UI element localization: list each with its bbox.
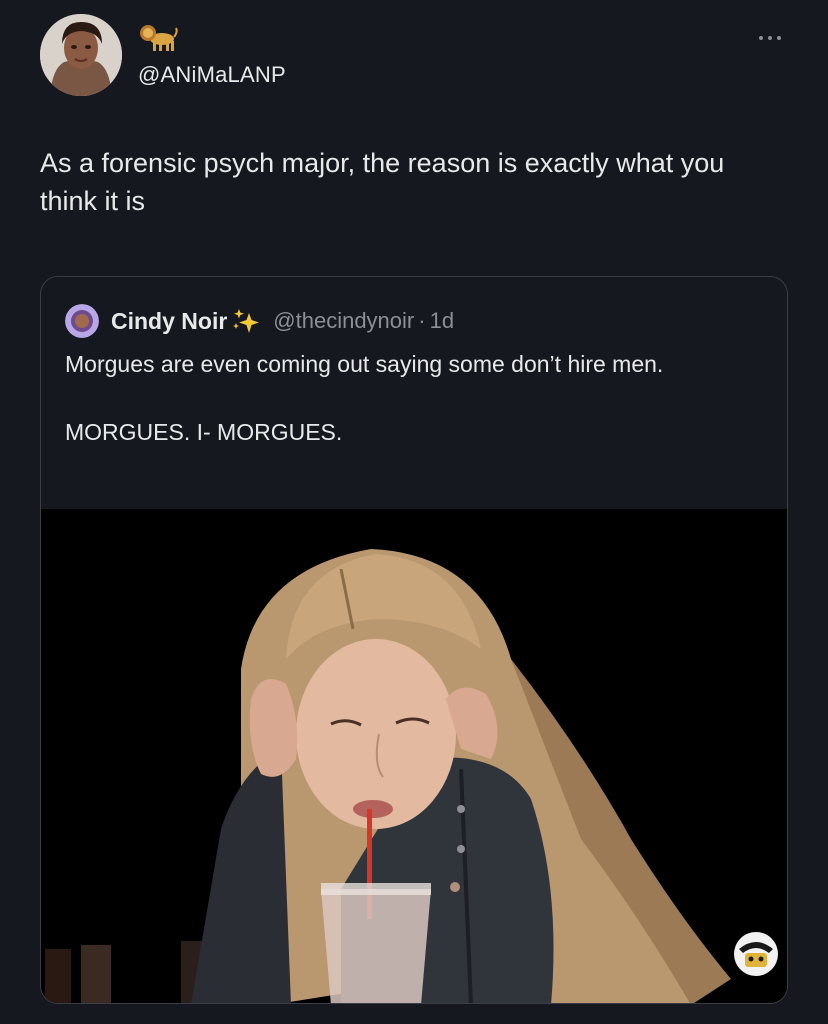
sparkles-emoji-icon xyxy=(233,309,260,333)
quoted-timestamp[interactable]: 1d xyxy=(430,308,454,334)
quoted-display-name[interactable]: Cindy Noir xyxy=(111,308,227,335)
media-photo xyxy=(41,509,787,1003)
quoted-handle[interactable]: @thecindynoir xyxy=(273,308,414,334)
quoted-author-avatar[interactable] xyxy=(65,304,99,338)
more-dot-icon xyxy=(777,36,781,40)
tweet-text: As a forensic psych major, the reason is… xyxy=(40,148,725,216)
quoted-text-line: MORGUES. I- MORGUES. xyxy=(65,419,343,445)
quoted-tweet-header: Cindy Noir @thecindynoir · 1d xyxy=(65,303,454,339)
meta-separator: · xyxy=(418,308,426,333)
quoted-tweet-card[interactable]: Cindy Noir @thecindynoir · 1d Morgues ar… xyxy=(40,276,788,1004)
quoted-text-line: Morgues are even coming out saying some … xyxy=(65,351,664,377)
tweet-screen: @ANiMaLANP As a forensic psych major, th… xyxy=(0,0,828,1024)
quoted-tweet-text: Morgues are even coming out saying some … xyxy=(65,347,765,449)
quoted-tweet-media[interactable] xyxy=(41,509,787,1003)
channel-logo-icon xyxy=(731,929,781,979)
more-dot-icon xyxy=(759,36,763,40)
author-handle[interactable]: @ANiMaLANP xyxy=(138,62,286,88)
lion-emoji-icon xyxy=(138,22,178,52)
author-avatar[interactable] xyxy=(40,14,122,96)
more-dot-icon xyxy=(768,36,772,40)
more-options-button[interactable] xyxy=(752,28,788,48)
